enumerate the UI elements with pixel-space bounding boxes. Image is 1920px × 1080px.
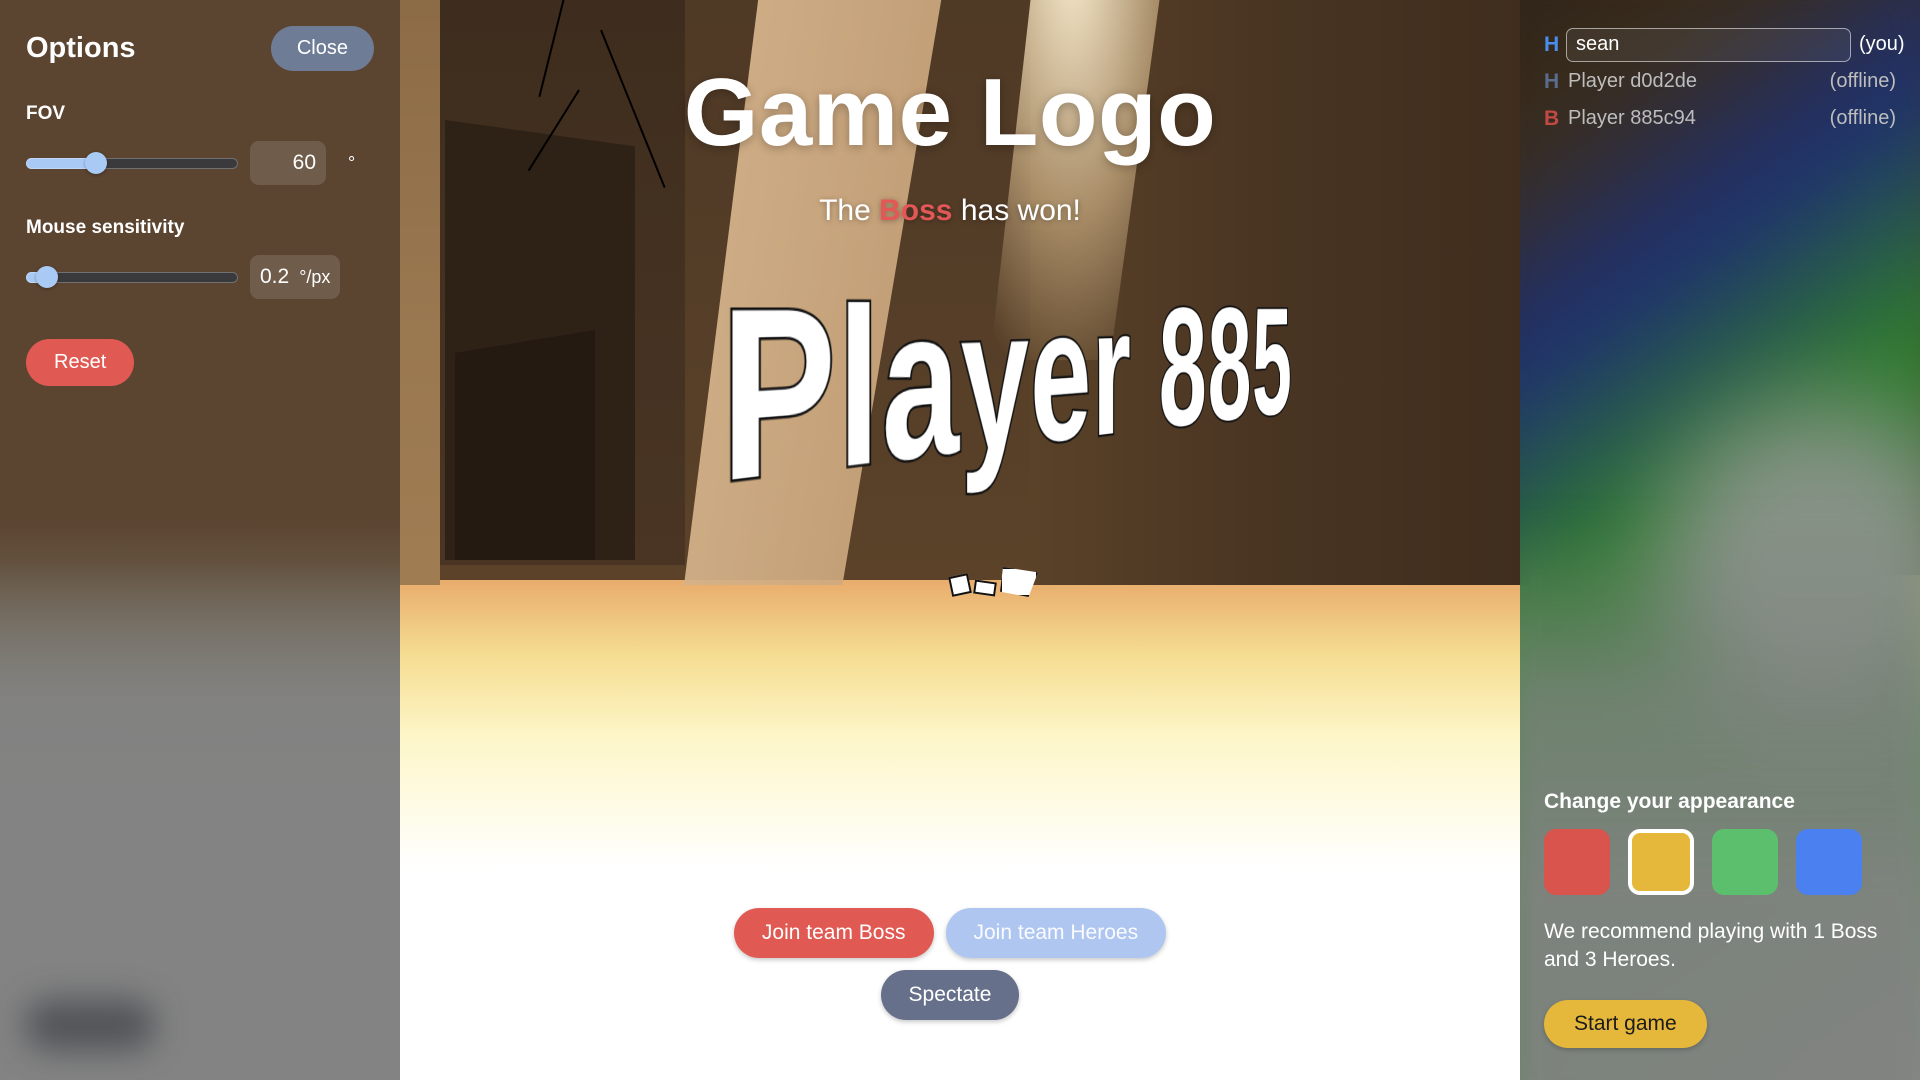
debris-piece <box>948 573 972 597</box>
player-name-label: Player d0d2de <box>1568 70 1697 92</box>
player-team-tag: H <box>1544 32 1560 56</box>
fov-unit: ° <box>348 152 356 173</box>
join-team-row: Join team Boss Join team Heroes <box>400 908 1500 958</box>
join-team-heroes-button[interactable]: Join team Heroes <box>945 908 1167 958</box>
start-game-button[interactable]: Start game <box>1544 999 1707 1048</box>
fov-slider[interactable] <box>26 150 238 176</box>
sensitivity-control-row: 0.2 °/px <box>26 255 374 299</box>
player-name-input[interactable] <box>1566 27 1851 62</box>
player-status-label: (offline) <box>1829 70 1896 92</box>
game-root: Player 885 Game Logo The Boss has won! J… <box>0 0 1920 1080</box>
fov-label: FOV <box>26 103 66 124</box>
recommendation-text: We recommend playing with 1 Boss and 3 H… <box>1544 920 1878 972</box>
join-team-boss-button[interactable]: Join team Boss <box>733 908 934 958</box>
sensitivity-slider[interactable] <box>26 264 238 290</box>
player-row: B Player 885c94 (offline) <box>1544 100 1896 137</box>
appearance-swatch[interactable] <box>1796 829 1862 895</box>
appearance-title: Change your appearance <box>1544 790 1795 813</box>
sensitivity-slider-knob[interactable] <box>36 266 59 288</box>
scene-debris <box>948 565 1060 597</box>
lobby-panel: H (you) H Player d0d2de (offline) B Player 885… <box>1520 0 1920 1080</box>
sensitivity-unit: °/px <box>299 266 331 287</box>
debris-piece <box>1000 567 1038 597</box>
scene-left-pillar <box>400 0 440 585</box>
appearance-swatch[interactable] <box>1628 829 1694 895</box>
lobby-content: H (you) H Player d0d2de (offline) B Player 885… <box>1520 0 1920 1080</box>
appearance-swatches <box>1544 829 1896 895</box>
options-header: Options Close <box>26 26 374 71</box>
player-status-label: (you) <box>1859 33 1905 55</box>
player-status-label: (offline) <box>1829 107 1896 129</box>
appearance-swatch[interactable] <box>1712 829 1778 895</box>
player-list: H (you) H Player d0d2de (offline) B Player 885… <box>1544 26 1905 137</box>
reset-options-button[interactable]: Reset <box>26 339 135 386</box>
scene-dark-slab-3 <box>455 330 595 560</box>
sensitivity-value-box[interactable]: 0.2 °/px <box>250 255 341 299</box>
fov-value-box[interactable]: 60 <box>250 141 326 185</box>
options-panel: Options Close FOV 60 ° Mouse sensitivity <box>0 0 400 1080</box>
player-row: H Player d0d2de (offline) <box>1544 63 1896 100</box>
appearance-section: Change your appearance We recommend play… <box>1544 790 1896 1048</box>
player-team-tag: H <box>1544 69 1560 93</box>
fov-value: 60 <box>292 151 316 174</box>
sensitivity-label: Mouse sensitivity <box>26 217 185 238</box>
fov-slider-knob[interactable] <box>84 152 107 174</box>
spectate-button[interactable]: Spectate <box>880 970 1020 1020</box>
fov-control-row: 60 ° <box>26 141 374 185</box>
player-team-tag: B <box>1544 106 1560 130</box>
debris-piece <box>973 579 997 597</box>
appearance-swatch[interactable] <box>1544 829 1610 895</box>
blurred-background-button <box>25 1000 155 1050</box>
sensitivity-value: 0.2 <box>260 265 290 288</box>
player-row: H (you) <box>1544 26 1905 63</box>
options-title: Options <box>26 32 136 64</box>
player-name-label: Player 885c94 <box>1568 107 1696 129</box>
close-options-button[interactable]: Close <box>270 26 374 71</box>
spectate-row: Spectate <box>400 970 1500 1020</box>
